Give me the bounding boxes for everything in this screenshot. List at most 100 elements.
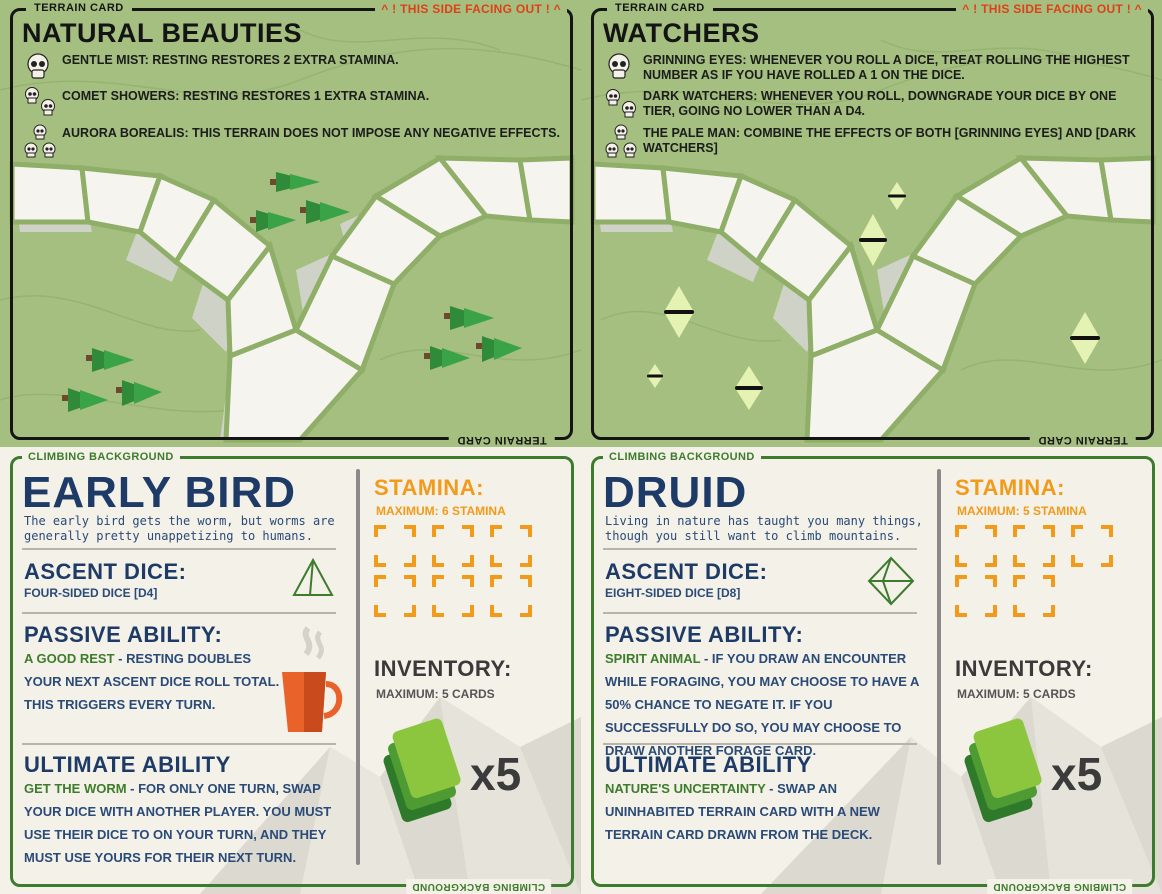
skull-icon [608,53,630,79]
skull-icon [27,53,49,79]
stamina-slot-mark [1013,605,1025,617]
stamina-slot-mark [955,575,967,587]
climbing-card-druid: CLIMBING BACKGROUND DRUID Living in natu… [581,447,1162,894]
d4-icon [292,557,334,596]
stamina-slot-mark [985,575,997,587]
stamina-slot-mark [374,525,386,537]
card-type-label: CLIMBING BACKGROUND [603,449,761,465]
stamina-slot-mark [1013,525,1025,537]
stamina-slot-mark [955,605,967,617]
stamina-slot-mark [985,525,997,537]
stamina-maximum: MAXIMUM: 6 STAMINA [376,504,506,518]
stamina-slot-mark [432,605,444,617]
divider [603,612,917,614]
card-count: x5 [470,748,522,800]
ultimate-ability-heading: ULTIMATE ABILITY [24,752,231,777]
rule-2: COMET SHOWERS: RESTING RESTORES 1 EXTRA … [62,89,430,103]
stamina-slot-mark [490,555,502,567]
stamina-slot-mark [1071,555,1083,567]
divider [603,743,917,745]
card-type-label: TERRAIN CARD [607,0,713,16]
coffee-mug-icon [282,626,343,732]
card-title: WATCHERS [603,18,760,48]
stamina-slot-mark [404,525,416,537]
inventory-maximum: MAXIMUM: 5 CARDS [957,687,1076,701]
passive-ability-text: A GOOD REST - RESTING DOUBLES YOUR NEXT … [24,651,280,712]
flavor-text: The early bird gets the worm, but worms … [24,514,335,543]
skull-pair-icon [606,89,636,118]
stamina-slot-mark [1013,555,1025,567]
stamina-slot-mark [432,575,444,587]
stamina-slot-mark [490,575,502,587]
stamina-slot-mark [490,525,502,537]
ascent-dice-value: EIGHT-SIDED DICE [D8] [605,586,741,600]
stamina-slot-mark [1043,575,1055,587]
ascent-dice-value: FOUR-SIDED DICE [D4] [24,586,158,600]
stamina-slot-mark [404,555,416,567]
rule-1: GENTLE MIST: RESTING RESTORES 2 EXTRA ST… [62,53,399,67]
divider [603,548,917,550]
stamina-slot-mark [490,605,502,617]
rule-3: THE PALE MAN: COMBINE THE EFFECTS OF BOT… [643,126,1137,155]
card-count: x5 [1051,748,1103,800]
ascent-dice-heading: ASCENT DICE: [24,559,187,584]
stamina-slot-mark [432,525,444,537]
stamina-slot-mark [1071,525,1083,537]
ultimate-ability-text: NATURE'S UNCERTAINTY - SWAP AN UNINHABIT… [605,781,880,842]
stamina-slot-mark [985,605,997,617]
stamina-slot-mark [1013,575,1025,587]
card-type-label-inverted: CLIMBING BACKGROUND [405,879,551,894]
card-type-label-inverted: TERRAIN CARD [1030,432,1136,447]
stamina-slot-mark [462,575,474,587]
divider [22,743,336,745]
stamina-slot-mark [520,575,532,587]
inventory-heading: INVENTORY: [955,656,1093,681]
flavor-text: Living in nature has taught you many thi… [605,514,923,543]
card-stack-icon [964,718,1042,823]
column-separator [937,469,941,865]
stamina-slot-mark [1101,525,1113,537]
stamina-slot-mark [955,555,967,567]
terrain-card-watchers: TERRAIN CARD ^ ! THIS SIDE FACING OUT ! … [581,0,1162,447]
card-frame [10,8,573,440]
stamina-slot-mark [462,555,474,567]
stamina-slot-mark [1101,555,1113,567]
stamina-slot-mark [985,555,997,567]
stamina-slot-mark [955,525,967,537]
stamina-slot-mark [404,605,416,617]
ascent-dice-heading: ASCENT DICE: [605,559,768,584]
climbing-card-early-bird: CLIMBING BACKGROUND EARLY BIRD The early… [0,447,581,894]
stamina-slot-mark [520,525,532,537]
stamina-slot-mark [1043,605,1055,617]
stamina-slot-mark [374,555,386,567]
background-name: EARLY BIRD [22,468,297,517]
stamina-heading: STAMINA: [374,475,484,500]
stamina-slot-mark [374,605,386,617]
ultimate-ability-heading: ULTIMATE ABILITY [605,752,812,777]
background-name: DRUID [603,468,748,517]
passive-ability-heading: PASSIVE ABILITY: [605,622,804,647]
card-type-label: CLIMBING BACKGROUND [22,449,180,465]
skull-pair-icon [25,87,55,116]
card-title: NATURAL BEAUTIES [22,18,303,48]
card-type-label-inverted: CLIMBING BACKGROUND [986,879,1132,894]
inventory-maximum: MAXIMUM: 5 CARDS [376,687,495,701]
stamina-slot-mark [1043,555,1055,567]
stamina-slot-mark [404,575,416,587]
card-type-label-inverted: TERRAIN CARD [449,432,555,447]
ultimate-ability-text: GET THE WORM - FOR ONLY ONE TURN, SWAP Y… [24,781,332,865]
terrain-card-natural-beauties: TERRAIN CARD ^ ! THIS SIDE FACING OUT ! … [0,0,581,447]
stamina-slot-mark [462,525,474,537]
divider [22,612,336,614]
stamina-slot-mark [432,555,444,567]
passive-ability-heading: PASSIVE ABILITY: [24,622,223,647]
stamina-maximum: MAXIMUM: 5 STAMINA [957,504,1087,518]
card-type-label: TERRAIN CARD [26,0,132,16]
rule-3: AURORA BOREALIS: THIS TERRAIN DOES NOT I… [62,126,560,140]
facing-warning: ^ ! THIS SIDE FACING OUT ! ^ [956,0,1148,18]
stamina-slot-mark [520,555,532,567]
stamina-slot-mark [462,605,474,617]
inventory-heading: INVENTORY: [374,656,512,681]
stamina-heading: STAMINA: [955,475,1065,500]
skull-triple-icon [24,124,56,158]
